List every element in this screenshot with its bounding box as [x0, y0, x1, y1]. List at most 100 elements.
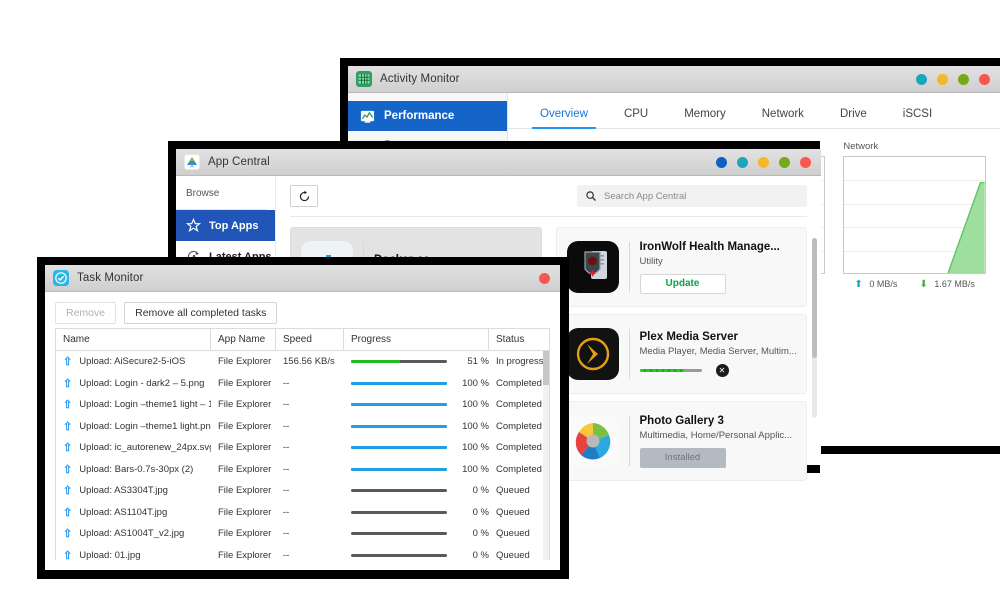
column-header-app[interactable]: App Name — [211, 329, 276, 350]
progress-bar — [351, 381, 447, 385]
remove-button[interactable]: Remove — [55, 302, 117, 324]
search-input[interactable]: Search App Central — [577, 185, 807, 207]
network-legend: ⬆ 0 MB/s ⬇ 1.67 MB/s — [843, 279, 986, 290]
task-status-cell: Queued — [496, 506, 530, 518]
app-name: Photo Gallery 3 — [639, 414, 724, 427]
tab-iscsi[interactable]: iSCSI — [885, 108, 950, 128]
task-name-label: Upload: 01.jpg — [79, 549, 141, 560]
column-header-progress[interactable]: Progress — [344, 329, 489, 350]
table-row[interactable]: ⇧ Upload: Bars-0.7s-30px (2) File Explorer… — [56, 459, 549, 481]
task-name-cell: ⇧ Upload: ic_autorenew_24px.svg — [56, 441, 211, 454]
task-status-cell: Completed — [496, 442, 542, 454]
table-row[interactable]: ⇧ Upload: Login - dark2 – 5.png File Explo… — [56, 373, 549, 395]
progress-bar — [351, 553, 447, 557]
upload-icon: ⇧ — [63, 399, 73, 412]
search-icon — [586, 191, 596, 201]
column-header-speed[interactable]: Speed — [276, 329, 344, 350]
task-monitor-icon — [53, 270, 69, 286]
upload-icon: ⇧ — [63, 528, 73, 541]
window-dot-yellow[interactable] — [758, 156, 769, 168]
table-row[interactable]: ⇧ Upload: AS1004T_v2.jpg File Explorer -- 0 … — [56, 523, 549, 545]
window-dot-red[interactable] — [800, 156, 811, 168]
app-category: Multimedia, Home/Personal Applic... — [639, 429, 793, 441]
app-central-window-controls[interactable] — [716, 149, 811, 175]
column-header-name[interactable]: Name — [56, 329, 211, 350]
task-name-cell: ⇧ Upload: AS1004T_v2.jpg — [56, 527, 211, 540]
window-dot-teal[interactable] — [737, 156, 748, 168]
task-progress-cell: 0 % — [344, 507, 489, 518]
table-row[interactable]: ⇧ Upload: Login –theme1 light – 1... File … — [56, 394, 549, 416]
cancel-icon[interactable]: ✕ — [715, 364, 729, 377]
app-category: Media Player, Media Server, Multim... — [639, 346, 797, 357]
svg-text:A: A — [190, 163, 194, 169]
task-status-cell: Completed — [496, 463, 542, 475]
tab-drive[interactable]: Drive — [822, 108, 885, 128]
app-list-scrollbar[interactable] — [812, 238, 817, 418]
task-speed-cell: -- — [283, 399, 290, 411]
activity-monitor-window-controls[interactable] — [916, 66, 990, 92]
progress-percent: 100 % — [462, 442, 489, 454]
window-dot-red[interactable] — [539, 272, 550, 284]
network-graph-box — [843, 156, 987, 274]
table-row[interactable]: ⇧ Upload: AiSecure2-5-iOS File Explorer 156… — [56, 351, 549, 373]
app-category: Utility — [639, 255, 663, 267]
task-name-cell: ⇧ Upload: AS3304T.jpg — [56, 484, 211, 497]
task-monitor-window-controls[interactable] — [539, 265, 550, 291]
task-app-cell: File Explorer — [218, 463, 272, 475]
ironwolf-icon — [566, 241, 619, 293]
task-monitor-titlebar: Task Monitor — [45, 265, 560, 292]
tab-cpu[interactable]: CPU — [606, 108, 666, 128]
app-card-ironwolf[interactable]: IronWolf Health Manage... Utility Update — [555, 227, 807, 307]
arrow-up-icon: ⬆ — [854, 279, 863, 290]
table-row[interactable]: ⇧ Upload: Login –theme1 light.png File Exp… — [56, 416, 549, 438]
progress-percent: 100 % — [462, 377, 489, 389]
window-dot-green[interactable] — [779, 156, 790, 168]
sidebar-item-top-apps[interactable]: Top Apps — [176, 210, 275, 241]
upload-icon: ⇧ — [63, 549, 73, 560]
network-download-legend: ⬇ 1.67 MB/s — [919, 279, 975, 290]
sidebar-item-performance[interactable]: Performance — [348, 101, 507, 131]
task-progress-cell: 51 % — [344, 356, 489, 367]
task-speed-cell: 156.56 KB/s — [283, 356, 335, 368]
table-row[interactable]: ⇧ Upload: 01.jpg File Explorer -- 0 % Queued — [56, 545, 549, 560]
install-progress-bar — [639, 369, 702, 372]
progress-bar — [351, 424, 447, 428]
task-app-cell: File Explorer — [218, 399, 272, 411]
progress-bar — [351, 360, 447, 364]
app-card-plex[interactable]: Plex Media Server Media Player, Media Se… — [555, 314, 807, 394]
network-graph-label: Network — [843, 141, 879, 152]
activity-monitor-title: Activity Monitor — [380, 73, 460, 85]
task-table-scrollbar[interactable] — [543, 351, 549, 560]
task-name-label: Upload: Login –theme1 light – 1... — [79, 399, 211, 411]
app-card-photo-gallery[interactable]: Photo Gallery 3 Multimedia, Home/Persona… — [555, 401, 807, 481]
app-name: Plex Media Server — [639, 331, 738, 343]
progress-percent: 0 % — [472, 528, 489, 540]
window-dot-yellow[interactable] — [937, 73, 948, 85]
progress-percent: 100 % — [462, 463, 489, 475]
tab-network[interactable]: Network — [744, 108, 822, 128]
column-header-status[interactable]: Status — [489, 329, 549, 350]
progress-bar — [351, 446, 447, 450]
task-name-label: Upload: AS3304T.jpg — [79, 485, 168, 497]
task-status-cell: Completed — [496, 420, 542, 432]
task-monitor-window: Task Monitor Remove Remove all completed… — [45, 265, 560, 570]
upload-icon: ⇧ — [63, 377, 73, 390]
window-dot-blue[interactable] — [716, 156, 727, 168]
progress-bar — [351, 510, 447, 514]
progress-bar — [351, 467, 447, 471]
remove-all-completed-button[interactable]: Remove all completed tasks — [124, 302, 278, 324]
tab-memory[interactable]: Memory — [666, 108, 744, 128]
task-monitor-title: Task Monitor — [77, 272, 144, 284]
tab-overview[interactable]: Overview — [522, 108, 606, 129]
task-name-label: Upload: Login - dark2 – 5.png — [79, 377, 205, 389]
task-name-label: Upload: Bars-0.7s-30px (2) — [79, 463, 194, 475]
update-button[interactable]: Update — [639, 273, 726, 294]
window-dot-teal[interactable] — [916, 73, 927, 85]
refresh-button[interactable] — [290, 185, 318, 207]
window-dot-green[interactable] — [958, 73, 969, 85]
progress-percent: 0 % — [472, 549, 489, 560]
table-row[interactable]: ⇧ Upload: ic_autorenew_24px.svg File Explo… — [56, 437, 549, 459]
window-dot-red[interactable] — [979, 73, 990, 85]
table-row[interactable]: ⇧ Upload: AS3304T.jpg File Explorer -- 0 % Qu… — [56, 480, 549, 502]
table-row[interactable]: ⇧ Upload: AS1104T.jpg File Explorer -- 0 % Qu… — [56, 502, 549, 524]
